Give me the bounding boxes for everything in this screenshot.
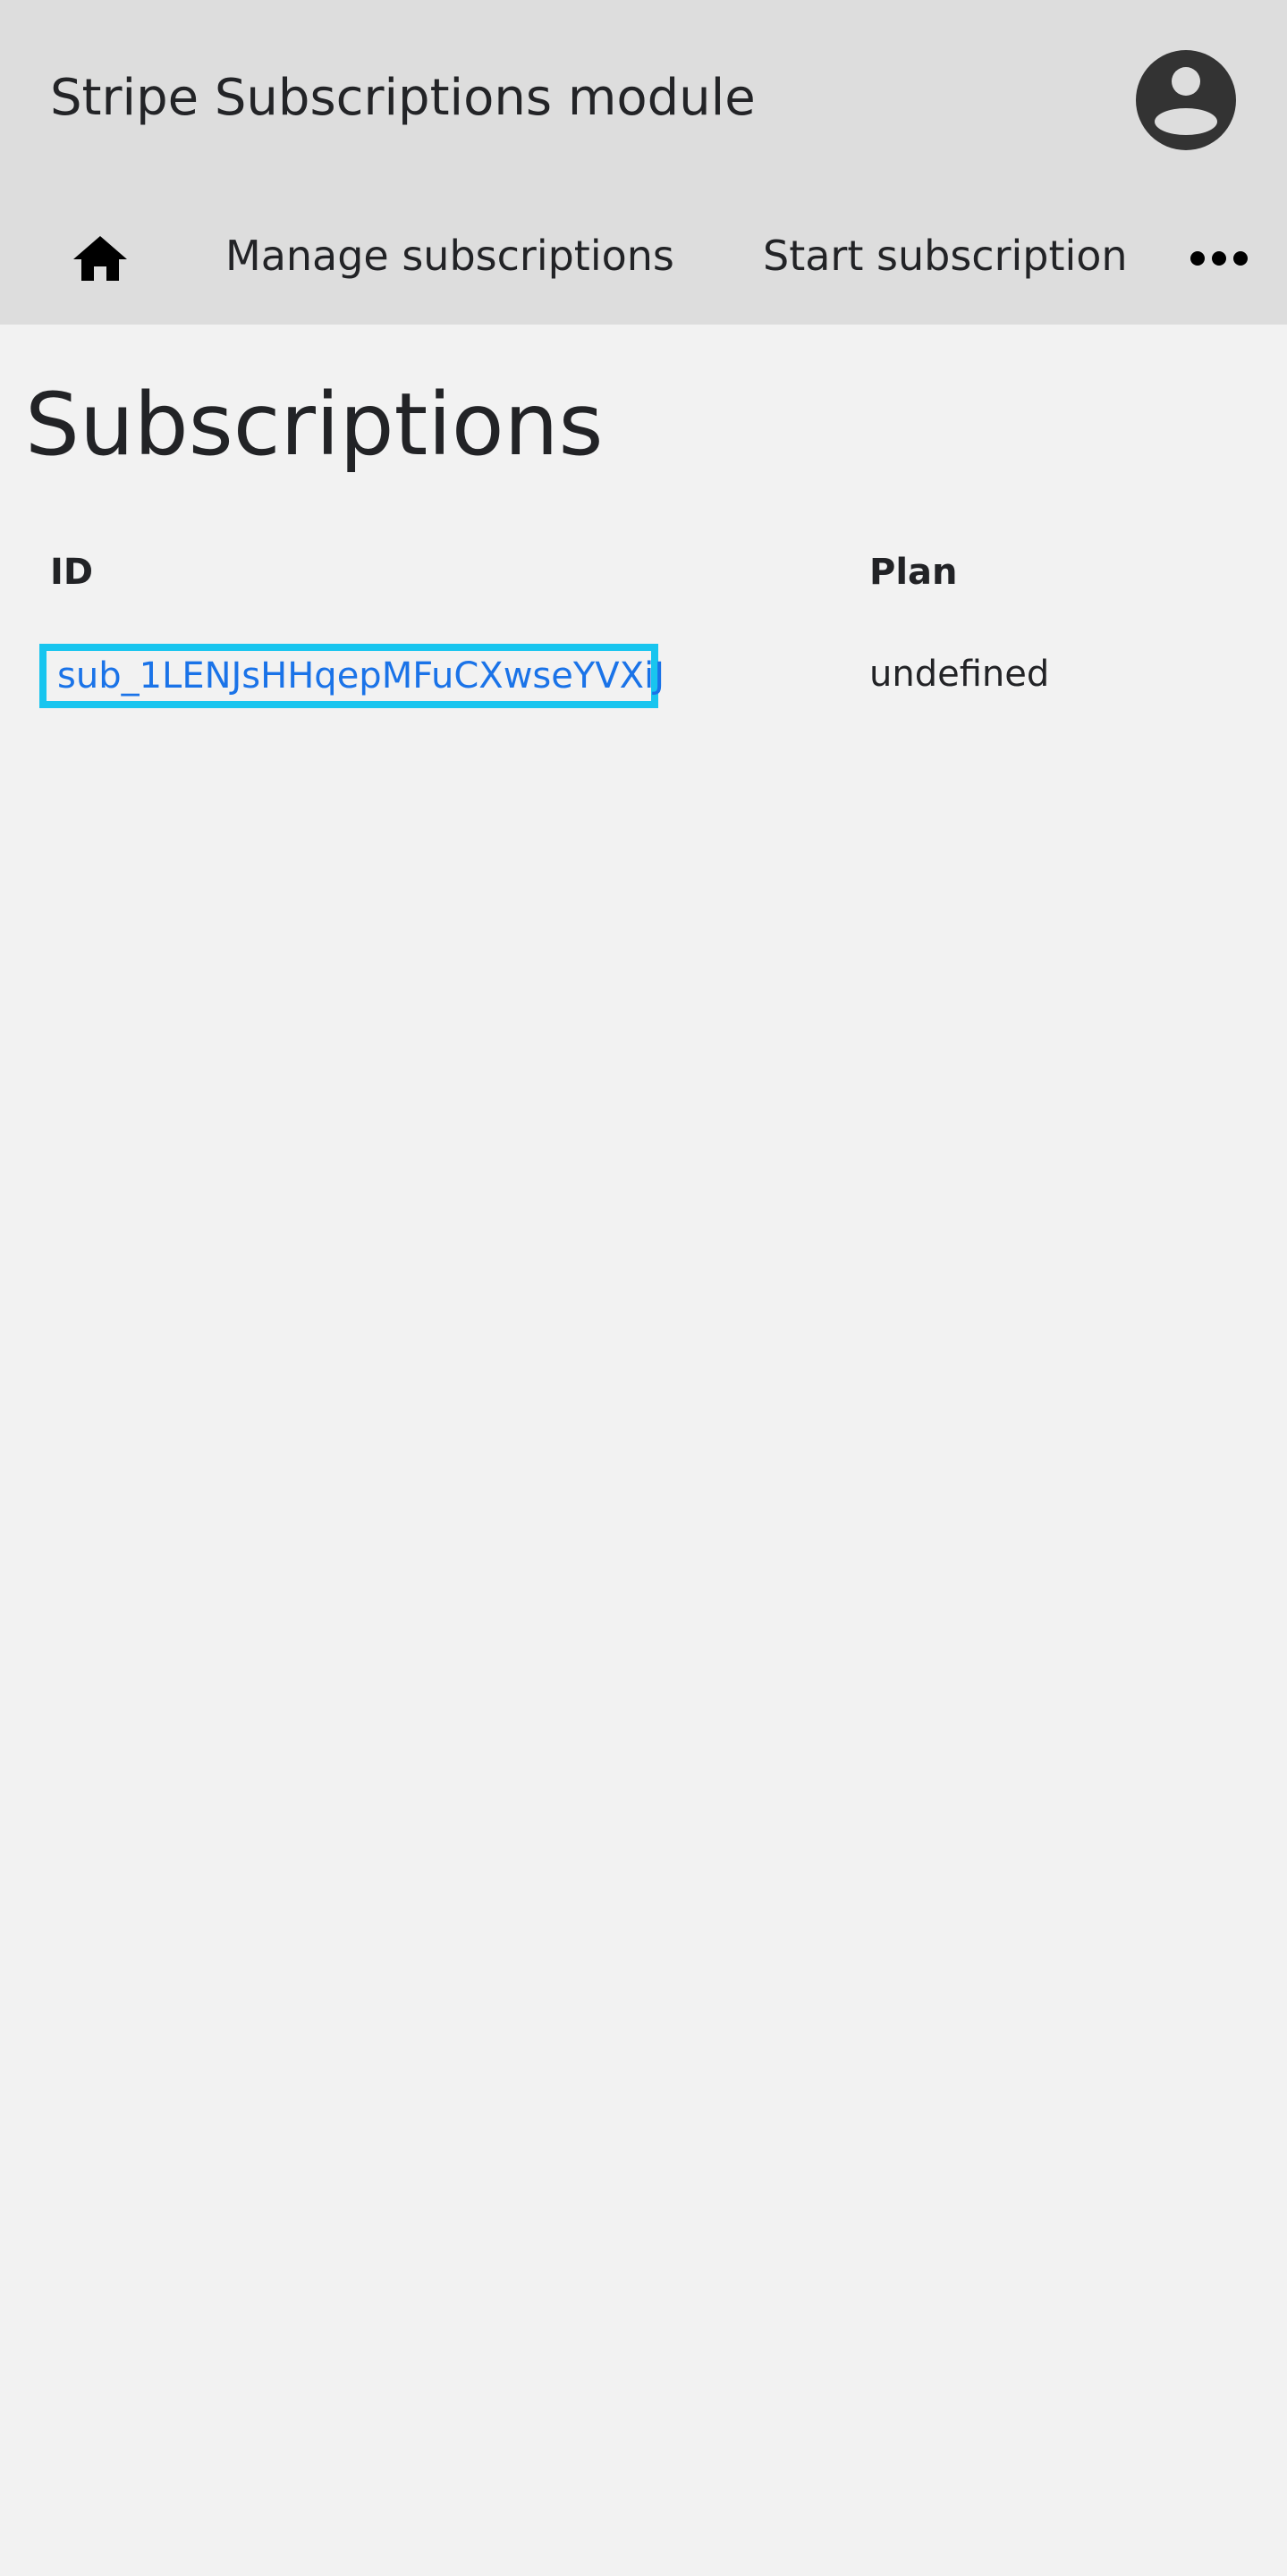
subscription-id-text: sub_1LENJsHHqepMFuCXwseYVXiJ <box>57 655 665 697</box>
more-horizontal-icon[interactable] <box>1190 245 1249 272</box>
home-icon[interactable] <box>70 232 131 286</box>
app-title: Stripe Subscriptions module <box>50 69 756 127</box>
top-nav: Manage subscriptions Start subscription <box>0 206 1287 304</box>
page-title: Subscriptions <box>25 375 604 475</box>
app-header: Stripe Subscriptions module Manage subsc… <box>0 0 1287 325</box>
column-header-plan: Plan <box>869 552 958 593</box>
column-header-id: ID <box>50 552 94 593</box>
subscription-plan-cell: undefined <box>869 654 1050 695</box>
account-circle-icon[interactable] <box>1136 50 1236 150</box>
subscription-id-link[interactable]: sub_1LENJsHHqepMFuCXwseYVXiJ <box>39 644 665 708</box>
nav-start-subscription[interactable]: Start subscription <box>763 229 1128 283</box>
nav-manage-subscriptions[interactable]: Manage subscriptions <box>225 229 674 283</box>
